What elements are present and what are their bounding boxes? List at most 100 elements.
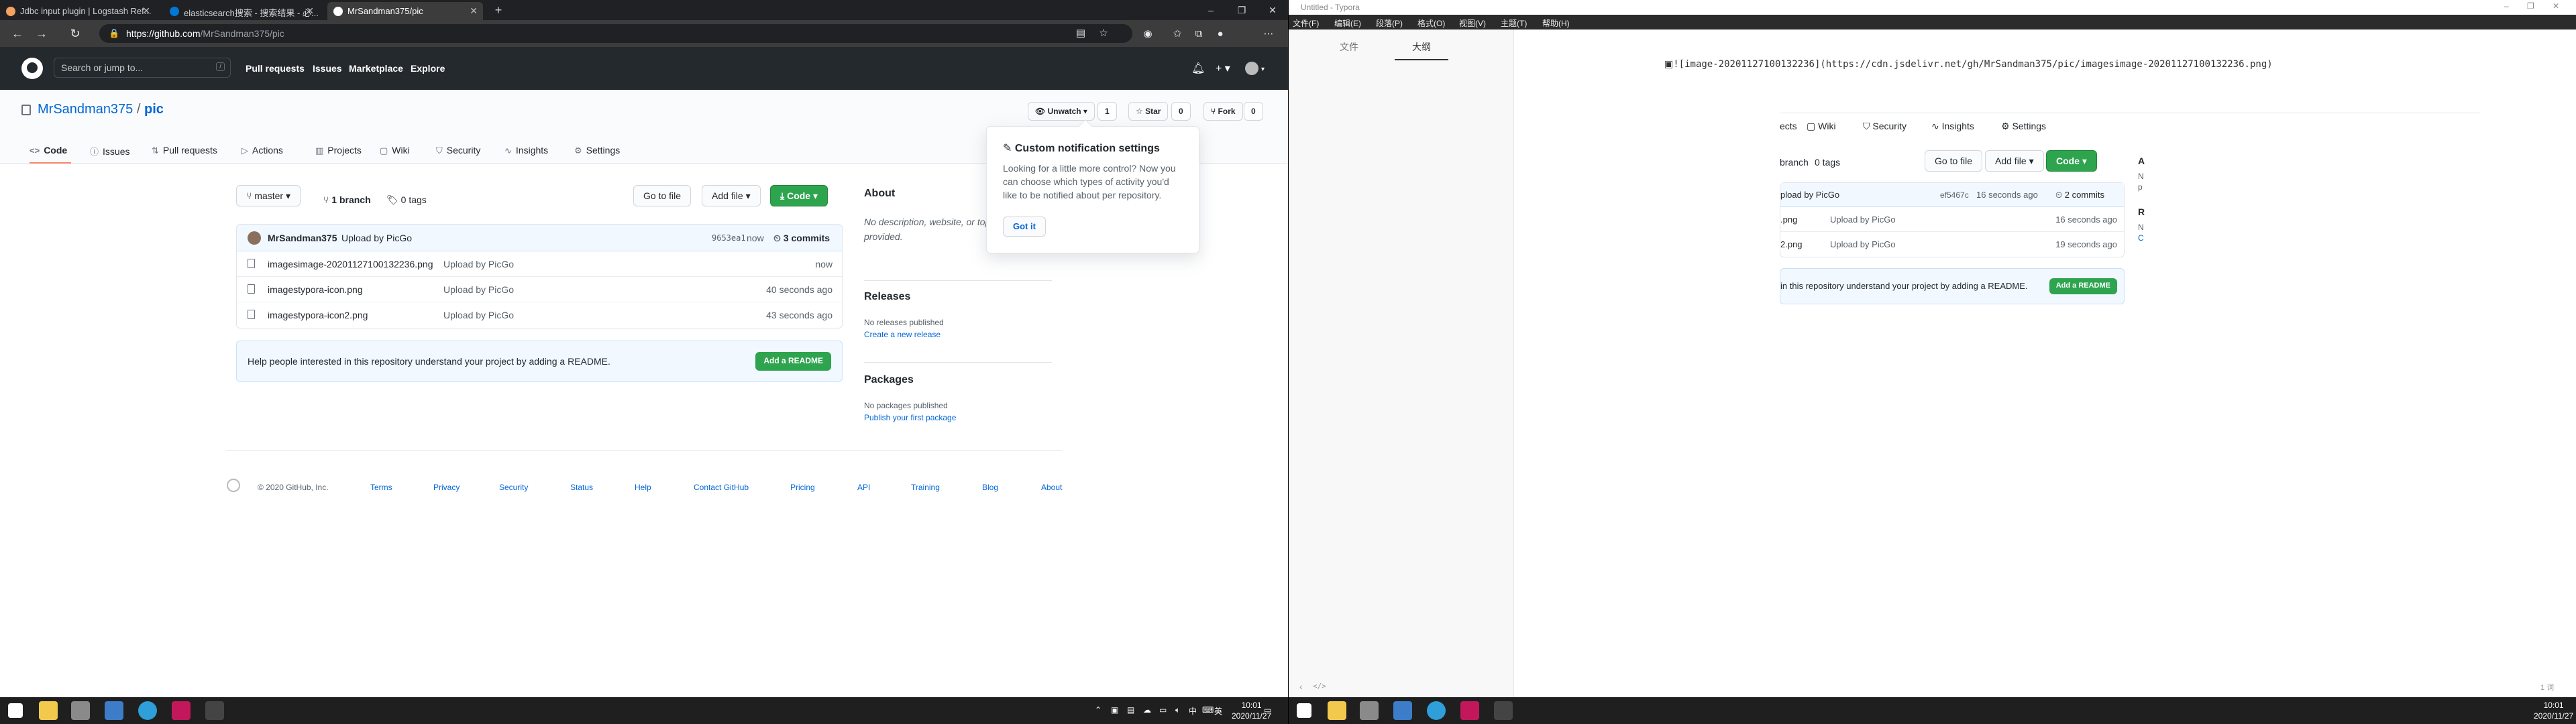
table-row[interactable]: imagestypora-icon.png Upload by PicGo 40… <box>237 277 842 302</box>
releases-heading[interactable]: Releases <box>864 291 910 303</box>
back-icon[interactable]: ← <box>9 25 25 42</box>
create-release-link[interactable]: Create a new release <box>864 330 941 339</box>
ime-indicator[interactable]: 中 <box>1189 705 1197 717</box>
keyboard-icon[interactable]: ⌨ <box>1202 705 1214 715</box>
close-window-button[interactable]: ✕ <box>1257 0 1288 20</box>
tab-security[interactable]: ⛉ Security <box>436 139 480 164</box>
tab-outline[interactable]: 大纲 <box>1395 40 1448 60</box>
close-icon[interactable]: ✕ <box>470 5 478 17</box>
typora-icon[interactable] <box>1393 701 1412 720</box>
github-logo-icon[interactable] <box>21 58 43 79</box>
nav-marketplace[interactable]: Marketplace <box>349 63 403 74</box>
footer-link[interactable]: Blog <box>982 483 998 492</box>
github-mark-icon[interactable] <box>227 479 240 492</box>
packages-heading[interactable]: Packages <box>864 374 914 386</box>
tags-link[interactable]: 🏷︎ 0 tags <box>386 194 427 206</box>
menu-paragraph[interactable]: 段落(P) <box>1376 17 1403 29</box>
menu-theme[interactable]: 主题(T) <box>1501 17 1527 29</box>
file-name[interactable]: imagestypora-icon.png <box>268 284 363 295</box>
edge-browser-icon[interactable] <box>1427 701 1446 720</box>
star-count[interactable]: 0 <box>1171 102 1191 121</box>
publish-package-link[interactable]: Publish your first package <box>864 413 956 422</box>
go-to-file-button[interactable]: Go to file <box>633 185 692 206</box>
collections-icon[interactable]: ⧉ <box>1191 27 1206 42</box>
start-icon[interactable] <box>8 703 23 718</box>
footer-link[interactable]: Privacy <box>433 483 460 492</box>
commit-message[interactable]: Upload by PicGo <box>341 233 412 243</box>
minimize-button[interactable]: – <box>2504 1 2509 11</box>
nav-explore[interactable]: Explore <box>411 63 445 74</box>
markdown-image-line[interactable]: ▣![image-20201127100132236](https://cdn.… <box>1664 59 2273 70</box>
profile-icon[interactable]: ● <box>1213 27 1228 42</box>
tab-issues[interactable]: ⓘ Issues <box>90 139 129 164</box>
close-icon[interactable]: ✕ <box>306 5 314 17</box>
code-button[interactable]: ⤓ Code ▾ <box>770 185 828 206</box>
terminal-icon[interactable] <box>71 701 90 720</box>
onedrive-icon[interactable]: ☁ <box>1143 705 1151 715</box>
watch-count[interactable]: 1 <box>1097 102 1117 121</box>
file-explorer-icon[interactable] <box>39 701 58 720</box>
branches-link[interactable]: ⑂ 1 branch <box>323 194 371 205</box>
language-indicator[interactable]: 英 <box>1214 705 1222 717</box>
table-row[interactable]: imagesimage-20201127100132236.png Upload… <box>237 251 842 277</box>
tab-code[interactable]: <> Code <box>30 139 71 164</box>
file-name[interactable]: imagesimage-20201127100132236.png <box>268 259 433 269</box>
menu-format[interactable]: 格式(O) <box>1417 17 1445 29</box>
clock[interactable]: 10:01 2020/11/27 <box>2534 700 2573 721</box>
favorite-star-icon[interactable]: ☆ <box>1096 26 1111 41</box>
plus-icon[interactable]: + ▾ <box>1216 62 1230 75</box>
tab-files[interactable]: 文件 <box>1322 40 1376 59</box>
avatar[interactable] <box>1245 62 1258 75</box>
forward-icon[interactable]: → <box>34 25 50 42</box>
extension-icon[interactable]: ◉ <box>1140 27 1155 42</box>
footer-link[interactable]: Pricing <box>790 483 815 492</box>
file-commit-message[interactable]: Upload by PicGo <box>443 284 514 295</box>
unwatch-button[interactable]: 👁︎ Unwatch ▾ <box>1028 102 1095 121</box>
maximize-button[interactable]: ❐ <box>1226 0 1257 20</box>
footer-link[interactable]: Status <box>570 483 593 492</box>
notification-icon[interactable]: ▭ <box>1264 705 1271 715</box>
tab-settings[interactable]: ⚙ Settings <box>574 139 620 164</box>
footer-link[interactable]: Help <box>635 483 651 492</box>
chevron-down-icon[interactable]: ▾ <box>1261 66 1265 73</box>
close-window-button[interactable]: ✕ <box>2553 1 2559 11</box>
table-row[interactable]: imagestypora-icon2.png Upload by PicGo 4… <box>237 302 842 328</box>
start-icon[interactable] <box>1297 703 1311 718</box>
footer-link[interactable]: Contact GitHub <box>694 483 749 492</box>
browser-tab-active[interactable]: MrSandman375/pic ✕ <box>327 2 483 20</box>
add-file-button[interactable]: Add file ▾ <box>702 185 761 206</box>
tab-pull-requests[interactable]: ⇅ Pull requests <box>152 139 217 164</box>
source-mode-toggle[interactable]: </> <box>1313 682 1326 690</box>
commit-sha[interactable]: 9653ea1 <box>712 233 746 243</box>
refresh-icon[interactable]: ↻ <box>67 25 83 42</box>
tab-actions[interactable]: ▷ Actions <box>241 139 283 164</box>
bell-icon[interactable]: 🔔︎ <box>1191 62 1205 75</box>
battery-icon[interactable]: ▭ <box>1159 705 1167 715</box>
edge-browser-icon[interactable] <box>138 701 157 720</box>
menu-view[interactable]: 视图(V) <box>1459 17 1486 29</box>
reader-icon[interactable]: ▤ <box>1073 26 1088 41</box>
branch-select-button[interactable]: ⑂ master ▾ <box>236 185 301 206</box>
markdown-source[interactable]: ![image-20201127100132236](https://cdn.j… <box>1673 59 2272 70</box>
nav-pull-requests[interactable]: Pull requests <box>246 63 305 74</box>
got-it-button[interactable]: Got it <box>1003 217 1046 237</box>
browser-tab[interactable]: Jdbc input plugin | Logstash Ref... ✕ <box>0 2 156 20</box>
intellij-icon[interactable] <box>1460 701 1479 720</box>
tray-up-icon[interactable]: ⌃ <box>1095 705 1102 715</box>
minimize-button[interactable]: – <box>1195 0 1226 20</box>
add-readme-button[interactable]: Add a README <box>755 352 831 371</box>
intellij-icon[interactable] <box>172 701 191 720</box>
star-button[interactable]: ☆ Star <box>1128 102 1169 121</box>
menu-help[interactable]: 帮助(H) <box>1542 17 1570 29</box>
address-bar[interactable]: 🔒 https://github.com/MrSandman375/pic ▤ … <box>99 24 1132 43</box>
avatar[interactable] <box>248 231 261 245</box>
maximize-button[interactable]: ❐ <box>2527 1 2534 11</box>
tab-projects[interactable]: ▥ Projects <box>315 139 362 164</box>
network-icon[interactable]: ▤ <box>1127 705 1134 715</box>
file-explorer-icon[interactable] <box>1328 701 1346 720</box>
menu-file[interactable]: 文件(F) <box>1293 17 1319 29</box>
volume-icon[interactable]: 🔈︎ <box>1175 705 1180 715</box>
repo-owner-link[interactable]: MrSandman375 <box>38 102 133 117</box>
nav-issues[interactable]: Issues <box>313 63 342 74</box>
commits-link[interactable]: ⏲ 3 commits <box>773 233 830 244</box>
